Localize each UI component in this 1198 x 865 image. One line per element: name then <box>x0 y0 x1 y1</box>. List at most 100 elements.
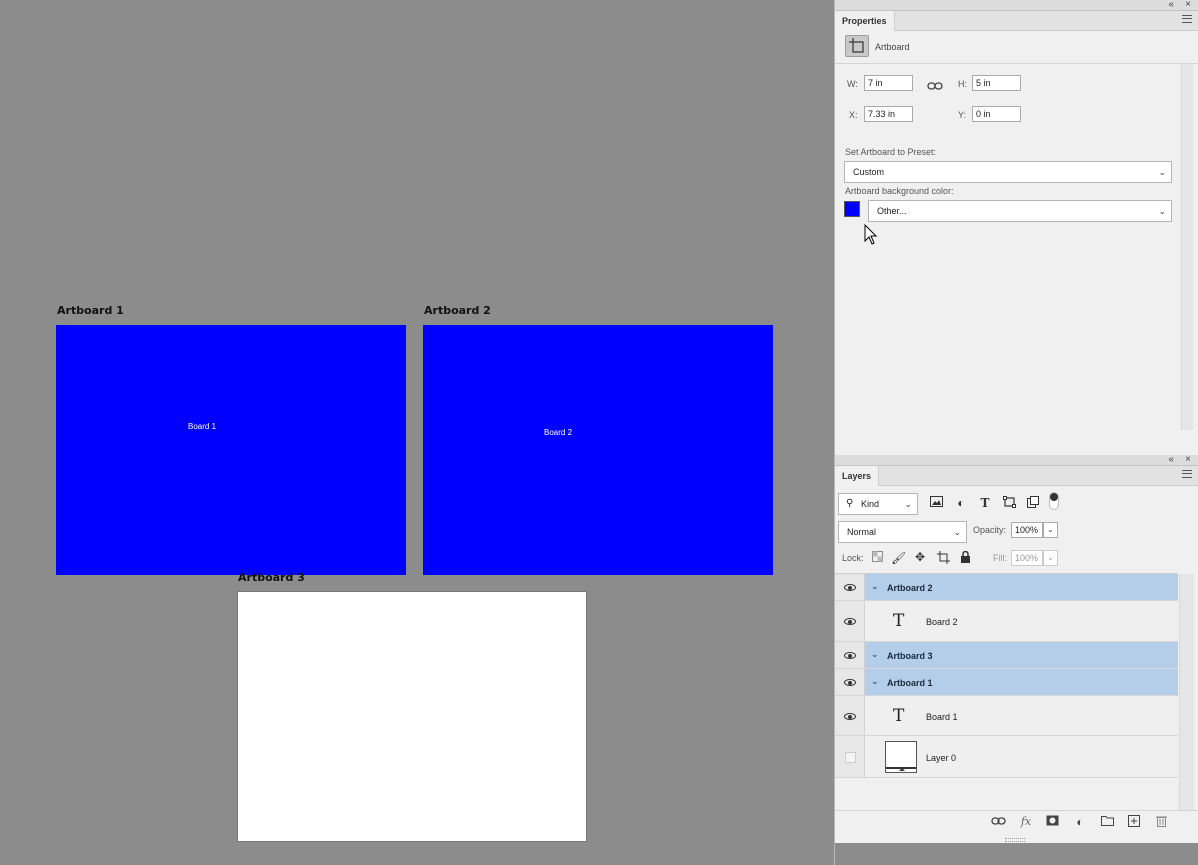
image-filter-icon[interactable] <box>929 496 943 510</box>
filter-toggle-knob <box>1050 493 1058 501</box>
artboard-type-label: Artboard <box>875 42 910 52</box>
visibility-toggle[interactable] <box>835 601 865 641</box>
eye-icon <box>844 652 856 659</box>
visibility-off-box <box>845 752 856 763</box>
mouse-cursor-icon <box>864 223 878 251</box>
smart-object-filter-icon[interactable] <box>1026 496 1040 511</box>
preset-value: Custom <box>853 167 885 177</box>
link-icon[interactable] <box>927 78 943 96</box>
width-label: W: <box>847 79 858 89</box>
trash-icon[interactable] <box>1153 815 1169 830</box>
artboard-3[interactable] <box>237 591 587 842</box>
opacity-label: Opacity: <box>973 525 1007 535</box>
artboard-1-label[interactable]: Artboard 1 <box>57 304 124 317</box>
collapse-icon[interactable]: « <box>1168 454 1174 465</box>
bg-color-dropdown[interactable]: Other... ⌄ <box>868 200 1172 222</box>
opacity-input[interactable]: 100% <box>1011 522 1043 538</box>
properties-panel-topbar: « × <box>835 0 1198 11</box>
resize-grip[interactable] <box>1005 838 1025 842</box>
preset-label: Set Artboard to Preset: <box>845 147 937 157</box>
lock-transparent-pixels-icon[interactable] <box>870 551 884 565</box>
eye-icon <box>844 679 856 686</box>
thumbnail-arrow <box>899 768 905 771</box>
fill-input[interactable]: 100% <box>1011 550 1043 566</box>
preset-dropdown[interactable]: Custom ⌄ <box>844 161 1172 183</box>
eye-icon <box>844 618 856 625</box>
new-layer-icon[interactable] <box>1126 815 1142 830</box>
filter-kind-value: Kind <box>861 499 880 509</box>
artboard-2[interactable]: Board 2 <box>423 325 773 575</box>
x-input[interactable]: 7.33 in <box>864 106 913 122</box>
board-2-text[interactable]: Board 2 <box>544 428 572 437</box>
fill-dropdown-button[interactable]: ⌄ <box>1043 550 1058 566</box>
chevron-down-icon: ⌄ <box>1158 167 1166 177</box>
layer-row-artboard-3[interactable]: ⌄ Artboard 3 <box>835 642 1178 669</box>
lock-all-icon[interactable] <box>958 550 972 566</box>
tab-layers[interactable]: Layers <box>835 466 880 486</box>
x-label: X: <box>849 110 858 120</box>
y-input[interactable]: 0 in <box>972 106 1021 122</box>
type-layer-icon: T <box>893 706 905 726</box>
type-layer-icon: T <box>893 611 905 631</box>
bg-color-value: Other... <box>877 206 907 216</box>
lock-label: Lock: <box>842 553 864 563</box>
layers-tabrow: Layers <box>835 466 1198 486</box>
close-icon[interactable]: × <box>1185 454 1191 465</box>
bg-color-label: Artboard background color: <box>845 186 954 196</box>
height-input[interactable]: 5 in <box>972 75 1021 91</box>
artboard-type-icon <box>845 35 869 57</box>
chevron-down-icon[interactable]: ⌄ <box>871 649 879 660</box>
filter-toggle[interactable] <box>1049 492 1059 510</box>
canvas-area[interactable]: Artboard 1 Board 1 Artboard 2 Board 2 Ar… <box>0 0 834 865</box>
folder-icon[interactable] <box>1099 815 1115 829</box>
layer-thumbnail <box>885 741 917 773</box>
fx-icon[interactable]: fx <box>1018 815 1034 828</box>
board-1-text[interactable]: Board 1 <box>188 422 216 431</box>
artboard-1[interactable]: Board 1 <box>56 325 406 575</box>
visibility-toggle[interactable] <box>835 642 865 668</box>
height-label: H: <box>958 79 967 89</box>
chevron-down-icon[interactable]: ⌄ <box>871 581 879 592</box>
chevron-down-icon[interactable]: ⌄ <box>871 676 879 687</box>
blend-mode-dropdown[interactable]: Normal ⌄ <box>838 521 967 543</box>
artboard-2-label[interactable]: Artboard 2 <box>424 304 491 317</box>
panel-menu-icon[interactable] <box>1182 15 1192 23</box>
brush-icon[interactable]: 🖌 <box>891 551 906 565</box>
width-input[interactable]: 7 in <box>864 75 913 91</box>
layer-row-artboard-2[interactable]: ⌄ Artboard 2 <box>835 574 1178 601</box>
artboard-lock-icon[interactable] <box>936 551 950 567</box>
y-label: Y: <box>958 110 967 120</box>
layer-row-artboard-1[interactable]: ⌄ Artboard 1 <box>835 669 1178 696</box>
properties-scrollbar[interactable] <box>1181 64 1193 430</box>
layer-name: Artboard 2 <box>887 583 933 593</box>
visibility-toggle[interactable] <box>835 574 865 600</box>
opacity-dropdown-button[interactable]: ⌄ <box>1043 522 1058 538</box>
layer-name: Artboard 1 <box>887 678 933 688</box>
shape-filter-icon[interactable] <box>1002 496 1016 511</box>
adjustment-layer-icon[interactable]: ◐ <box>1072 815 1088 829</box>
blend-mode-value: Normal <box>847 527 877 537</box>
tab-properties[interactable]: Properties <box>835 11 895 31</box>
artboard-3-label[interactable]: Artboard 3 <box>238 571 305 584</box>
layer-filter-kind[interactable]: ⚲ Kind ⌄ <box>838 493 918 515</box>
add-mask-icon[interactable] <box>1044 815 1060 829</box>
visibility-toggle[interactable] <box>835 736 865 777</box>
adjustment-filter-icon[interactable]: ◐ <box>954 496 968 510</box>
visibility-toggle[interactable] <box>835 669 865 695</box>
type-filter-icon[interactable]: T <box>978 496 992 510</box>
collapse-icon[interactable]: « <box>1168 0 1174 10</box>
layer-row-board-2[interactable]: T Board 2 <box>835 601 1178 642</box>
close-icon[interactable]: × <box>1185 0 1191 10</box>
visibility-toggle[interactable] <box>835 696 865 735</box>
eye-icon <box>844 584 856 591</box>
layers-scrollbar[interactable] <box>1179 574 1194 810</box>
layer-row-board-1[interactable]: T Board 1 <box>835 696 1178 736</box>
chevron-down-icon: ⌄ <box>904 499 912 509</box>
layer-row-layer-0[interactable]: Layer 0 <box>835 736 1178 778</box>
link-layers-icon[interactable] <box>990 815 1006 829</box>
move-icon[interactable]: ✥ <box>913 550 927 564</box>
panel-menu-icon[interactable] <box>1182 470 1192 478</box>
chevron-down-icon: ⌄ <box>1158 206 1166 216</box>
bg-color-swatch[interactable] <box>844 201 860 217</box>
layer-name: Board 2 <box>926 617 958 627</box>
